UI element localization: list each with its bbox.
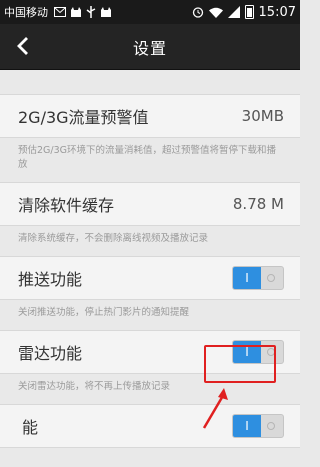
settings-list: 2G/3G流量预警值 30MB 预估2G/3G环境下的流量消耗值，超过预警值将暂… <box>0 70 300 467</box>
traffic-warning-row[interactable]: 2G/3G流量预警值 30MB <box>0 94 300 138</box>
usb-icon <box>86 6 96 18</box>
battery-icon <box>244 5 254 19</box>
status-left-icons <box>54 6 112 18</box>
clear-cache-description: 清除系统缓存，不会删除离线视频及播放记录 <box>0 226 300 256</box>
red-arrow-icon <box>202 388 228 429</box>
toggle-on-indicator: I <box>233 267 261 289</box>
radar-label: 雷达功能 <box>18 344 83 363</box>
clear-cache-row[interactable]: 清除软件缓存 8.78 M <box>0 182 300 226</box>
toggle-off-indicator <box>259 415 283 437</box>
push-toggle[interactable]: I <box>232 266 284 290</box>
cat-icon <box>101 6 111 17</box>
wifi-icon <box>208 7 223 18</box>
push-description: 关闭推送功能，停止热门影片的通知提醒 <box>0 300 300 330</box>
page-title: 设置 <box>132 38 167 58</box>
cat-icon <box>71 6 81 17</box>
carrier-name: 中国移动 <box>4 6 48 19</box>
clock: 15:07 <box>258 4 296 20</box>
alarm-icon <box>192 7 203 18</box>
message-icon <box>54 7 66 17</box>
traffic-warning-description: 预估2G/3G环境下的流量消耗值，超过预警值将暂停下载和播放 <box>0 138 300 182</box>
traffic-warning-label: 2G/3G流量预警值 <box>18 108 149 127</box>
push-label: 推送功能 <box>18 270 83 289</box>
traffic-warning-value: 30MB <box>241 107 284 125</box>
highlight-box <box>204 345 276 383</box>
signal-icon <box>227 6 240 18</box>
title-bar: 设置 <box>0 24 300 70</box>
status-bar: 中国移动 15:07 <box>0 0 300 24</box>
toggle-off-indicator <box>259 267 283 289</box>
partial-row: 能 I <box>0 404 300 448</box>
clear-cache-label: 清除软件缓存 <box>18 196 115 215</box>
chevron-left-icon <box>17 37 28 55</box>
cache-size-value: 8.78 M <box>232 195 284 213</box>
partial-label: 能 <box>22 418 39 437</box>
partial-toggle[interactable]: I <box>232 414 284 438</box>
push-row: 推送功能 I <box>0 256 300 300</box>
back-button[interactable] <box>10 32 36 60</box>
